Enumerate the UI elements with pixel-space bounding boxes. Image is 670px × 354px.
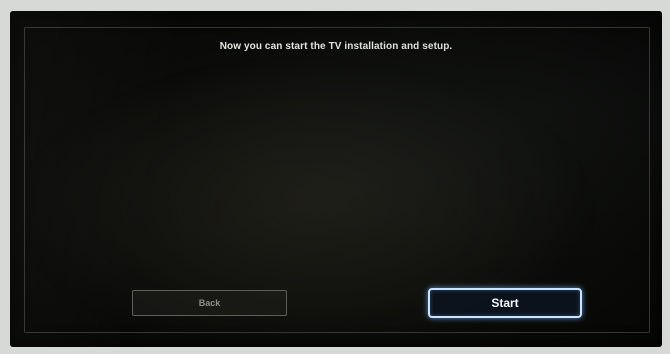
- back-button-label: Back: [198, 298, 221, 308]
- start-button-label: Start: [491, 296, 519, 310]
- start-button[interactable]: Start: [428, 288, 582, 318]
- setup-message: Now you can start the TV installation an…: [219, 41, 453, 52]
- tv-screen: Now you can start the TV installation an…: [10, 11, 662, 347]
- photo-frame: Now you can start the TV installation an…: [0, 0, 670, 354]
- back-button[interactable]: Back: [132, 290, 287, 316]
